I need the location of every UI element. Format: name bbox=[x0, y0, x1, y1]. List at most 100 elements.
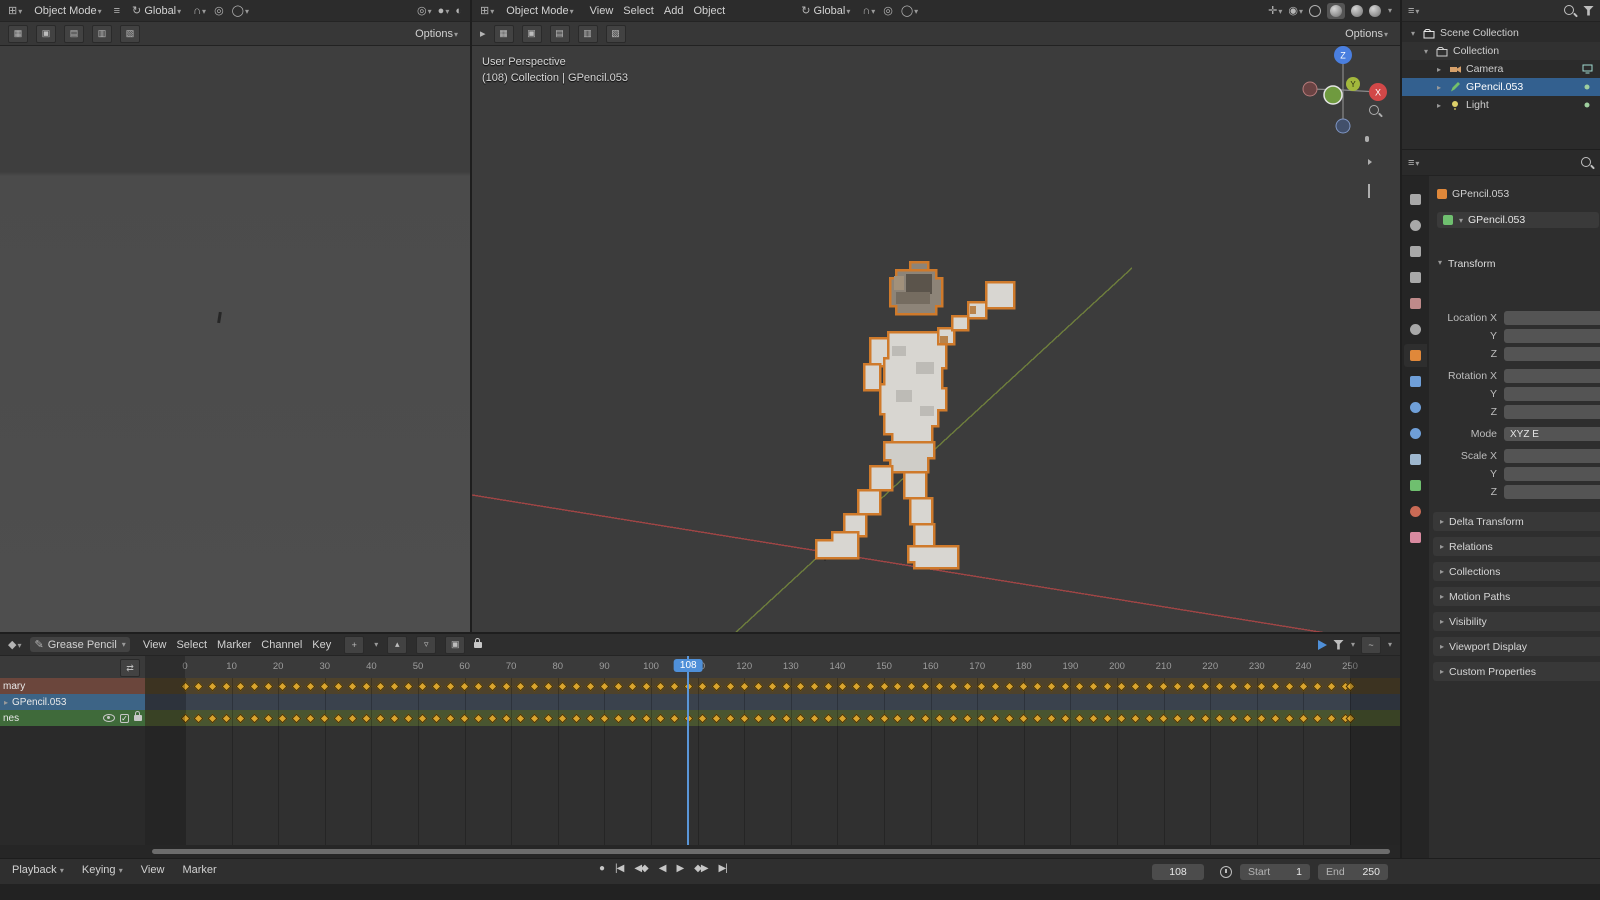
dopesheet-menu-marker[interactable]: Marker bbox=[213, 638, 255, 652]
statusbar-menu-keying[interactable]: Keying ▾ bbox=[78, 863, 127, 877]
value-field[interactable] bbox=[1504, 449, 1600, 463]
snap-target-button[interactable]: ▣ bbox=[521, 24, 542, 43]
channel-layer[interactable]: nes ✓ bbox=[0, 710, 145, 726]
disclosure-arrow-icon[interactable]: ▾ bbox=[1408, 29, 1418, 38]
prop-tab-physics[interactable] bbox=[1404, 422, 1427, 445]
header-dropdown-icon[interactable]: ▾ bbox=[1388, 640, 1392, 649]
value-field[interactable] bbox=[1504, 311, 1600, 325]
prop-tab-particles[interactable] bbox=[1404, 396, 1427, 419]
editor-type-icon[interactable]: ≡▾ bbox=[1408, 157, 1419, 169]
normalize-button[interactable]: ~ bbox=[1360, 635, 1381, 654]
prop-tab-view-layer[interactable] bbox=[1404, 266, 1427, 289]
playable-icon[interactable]: ▸ bbox=[480, 27, 486, 40]
proportional-falloff-icon[interactable]: ◯▾ bbox=[232, 4, 249, 17]
prop-tab-scene[interactable] bbox=[1404, 292, 1427, 315]
outliner-row-scene-collection[interactable]: ▾ Scene Collection bbox=[1402, 24, 1600, 42]
value-field[interactable] bbox=[1504, 485, 1600, 499]
scrollbar-thumb[interactable] bbox=[152, 849, 1390, 854]
value-field[interactable] bbox=[1504, 405, 1600, 419]
filter-icon[interactable] bbox=[1583, 5, 1594, 16]
shading-wireframe-icon[interactable] bbox=[1308, 4, 1321, 17]
snap-magnet-icon[interactable]: ∩▾ bbox=[862, 5, 875, 17]
viewport-menu-select[interactable]: Select bbox=[619, 4, 658, 18]
mode-option-button-1[interactable]: ▤ bbox=[549, 24, 570, 43]
viewport-left-canvas[interactable] bbox=[0, 46, 470, 632]
statusbar-menu-view[interactable]: View bbox=[137, 863, 169, 877]
viewport-menu-add[interactable]: Add bbox=[660, 4, 688, 18]
visibility-eye-icon[interactable] bbox=[103, 714, 115, 722]
disclosure-arrow-icon[interactable]: ▾ bbox=[1421, 47, 1431, 56]
record-button[interactable]: ● bbox=[596, 863, 607, 874]
gizmos-toggle-icon[interactable]: ✛▾ bbox=[1268, 4, 1282, 17]
object-name-field[interactable]: ▾ GPencil.053 bbox=[1437, 212, 1599, 228]
prop-tab-modifiers[interactable] bbox=[1404, 370, 1427, 393]
disclosure-arrow-icon[interactable]: ▸ bbox=[4, 698, 8, 707]
shading-solid-icon[interactable] bbox=[1326, 2, 1345, 19]
disclosure-arrow-icon[interactable]: ▸ bbox=[1434, 65, 1444, 74]
dopesheet-menu-channel[interactable]: Channel bbox=[257, 638, 306, 652]
prop-tab-output[interactable] bbox=[1404, 240, 1427, 263]
statusbar-menu-marker[interactable]: Marker bbox=[178, 863, 220, 877]
current-frame-field[interactable]: 108 bbox=[1152, 864, 1204, 880]
mode-selector[interactable]: Object Mode▾ bbox=[30, 4, 105, 18]
prop-tab-texture[interactable] bbox=[1404, 526, 1427, 549]
previous-keyframe-button[interactable]: ◀◆ bbox=[631, 863, 650, 874]
move-channel-down-button[interactable]: ▿ bbox=[416, 635, 437, 654]
viewport-right-canvas[interactable]: User Perspective (108) Collection | GPen… bbox=[472, 46, 1400, 632]
outliner-row-camera[interactable]: ▸ Camera bbox=[1402, 60, 1600, 78]
mode-option-button-2[interactable]: ▥ bbox=[577, 24, 598, 43]
outliner-row-gpencil-053[interactable]: ▸ GPencil.053 bbox=[1402, 78, 1600, 96]
statusbar-menu-playback[interactable]: Playback ▾ bbox=[8, 863, 68, 877]
snap-magnet-icon[interactable]: ∩▾ bbox=[193, 5, 206, 17]
value-field[interactable] bbox=[1504, 467, 1600, 481]
viewport-menu-object[interactable]: Object bbox=[689, 4, 729, 18]
shading-dropdown-icon[interactable]: ▾ bbox=[1388, 6, 1392, 15]
camera-view-icon[interactable] bbox=[1368, 158, 1384, 174]
section-motion-paths[interactable]: ▸ Motion Paths bbox=[1433, 587, 1600, 606]
prop-tab-constraints[interactable] bbox=[1404, 448, 1427, 471]
shading-icon[interactable]: ◐ bbox=[455, 5, 462, 17]
value-field[interactable] bbox=[1504, 387, 1600, 401]
prop-tab-material[interactable] bbox=[1404, 500, 1427, 523]
value-field[interactable] bbox=[1504, 329, 1600, 343]
gizmo-minus-z-axis[interactable] bbox=[1335, 118, 1351, 134]
filter-dropdown-icon[interactable]: ▾ bbox=[1351, 640, 1355, 649]
overlays-toggle-icon[interactable]: ●▾ bbox=[438, 5, 450, 17]
section-custom-properties[interactable]: ▸ Custom Properties bbox=[1433, 662, 1600, 681]
prop-tab-tool[interactable] bbox=[1404, 188, 1427, 211]
prop-tab-world[interactable] bbox=[1404, 318, 1427, 341]
mode-option-button-3[interactable]: ▧ bbox=[605, 24, 626, 43]
lock-icon[interactable] bbox=[474, 637, 483, 651]
disclosure-arrow-icon[interactable]: ▸ bbox=[1434, 101, 1444, 110]
pan-hand-icon[interactable] bbox=[1368, 131, 1384, 147]
gizmos-toggle-icon[interactable]: ◎▾ bbox=[417, 4, 432, 17]
gizmo-minus-y-axis[interactable] bbox=[1323, 85, 1343, 105]
frame-start-field[interactable]: Start 1 bbox=[1240, 864, 1310, 880]
two-way-scroll-button[interactable]: ⇄ bbox=[120, 659, 140, 677]
mode-option-button-2[interactable]: ▥ bbox=[92, 24, 112, 43]
frame-end-field[interactable]: End 250 bbox=[1318, 864, 1388, 880]
outliner-row-light[interactable]: ▸ Light bbox=[1402, 96, 1600, 114]
dopesheet-mode-selector[interactable]: ✎ Grease Pencil ▾ bbox=[30, 637, 130, 652]
proportional-edit-icon[interactable]: ◎ bbox=[883, 4, 893, 17]
move-channel-up-button[interactable]: ▴ bbox=[387, 635, 408, 654]
next-keyframe-button[interactable]: ◆▶ bbox=[691, 863, 710, 874]
options-menu[interactable]: Options▾ bbox=[411, 27, 462, 41]
dopesheet-menu-select[interactable]: Select bbox=[172, 638, 211, 652]
ortho-grid-icon[interactable] bbox=[1368, 184, 1384, 201]
search-icon[interactable] bbox=[1563, 4, 1577, 18]
disclosure-arrow-icon[interactable]: ▸ bbox=[1434, 83, 1444, 92]
overlays-toggle-icon[interactable]: ◉▾ bbox=[1288, 4, 1303, 17]
value-field[interactable] bbox=[1504, 369, 1600, 383]
editor-type-icon[interactable]: ≡▾ bbox=[1408, 5, 1419, 17]
editor-type-icon[interactable]: ⊞▾ bbox=[480, 4, 494, 17]
section-visibility[interactable]: ▸ Visibility bbox=[1433, 612, 1600, 631]
dopesheet-menu-key[interactable]: Key bbox=[308, 638, 335, 652]
timeline-scrollbar[interactable] bbox=[0, 845, 1400, 858]
transform-pivot-button[interactable]: ▦ bbox=[493, 24, 514, 43]
only-selected-toggle-icon[interactable] bbox=[1317, 639, 1327, 650]
dropdown-icon[interactable]: ▾ bbox=[374, 640, 378, 649]
jump-to-start-button[interactable]: |◀ bbox=[612, 863, 626, 874]
section-relations[interactable]: ▸ Relations bbox=[1433, 537, 1600, 556]
play-reverse-button[interactable]: ◀ bbox=[656, 863, 669, 874]
